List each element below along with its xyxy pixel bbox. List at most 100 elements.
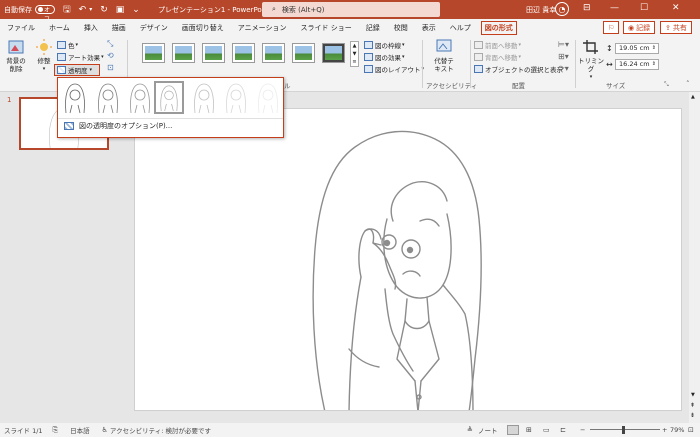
transparency-preset-95[interactable] xyxy=(253,81,283,114)
slide-sorter-icon[interactable]: ⊞ xyxy=(526,426,532,434)
notes-icon[interactable]: ≜ xyxy=(467,426,473,434)
color-button[interactable]: 色 ▾ xyxy=(57,40,78,50)
comments-icon[interactable]: ⚐ xyxy=(603,21,620,34)
document-title: プレゼンテーション1 - PowerPoint xyxy=(158,5,271,14)
picture-style-7[interactable] xyxy=(322,43,345,63)
tab-help[interactable]: ヘルプ xyxy=(443,23,478,33)
reset-picture-icon[interactable]: ⊡ xyxy=(107,63,114,72)
tab-file[interactable]: ファイル xyxy=(0,23,42,33)
picture-effects-button[interactable]: 図の効果 ▾ xyxy=(364,52,405,62)
picture-style-5[interactable] xyxy=(262,43,285,63)
user-name[interactable]: 田辺 貴幸 xyxy=(526,5,556,15)
maximize-icon[interactable]: ☐ xyxy=(640,3,648,13)
normal-view-icon[interactable] xyxy=(507,425,519,435)
present-icon[interactable]: ▣ xyxy=(116,5,125,15)
zoom-out-icon[interactable]: − xyxy=(580,426,585,434)
art-effects-button[interactable]: アート効果 ▾ xyxy=(57,52,104,62)
transparency-preset-30[interactable] xyxy=(125,81,155,114)
width-input[interactable]: 16.24 cm ⇕ xyxy=(615,59,659,70)
autosave-label: 自動保存 xyxy=(4,5,32,14)
width-spinner-icon[interactable]: ⇕ xyxy=(652,60,656,69)
size-dialog-launcher-icon[interactable]: ⤡ xyxy=(664,81,669,89)
spelling-icon[interactable]: ⎘ xyxy=(53,426,59,435)
vertical-scrollbar[interactable]: ▲ ▼ ⇞ ⇟ xyxy=(689,92,700,423)
height-spinner-icon[interactable]: ⇕ xyxy=(652,44,656,53)
group-icon[interactable]: ⊞▾ xyxy=(558,52,569,61)
language-indicator[interactable]: 日本語 xyxy=(70,425,90,435)
styles-gallery-scroll[interactable]: ▲ ▼ ≡ xyxy=(350,41,359,67)
tab-record[interactable]: 記録 xyxy=(359,23,387,33)
tab-design[interactable]: デザイン xyxy=(133,23,175,33)
search-input[interactable]: ⌕ 検索 (Alt+Q) xyxy=(262,2,440,17)
avatar[interactable]: ◔ xyxy=(555,2,569,16)
crop-button[interactable]: トリミング ▾ xyxy=(578,39,604,81)
tab-draw[interactable]: 描画 xyxy=(105,23,133,33)
transparency-icon xyxy=(57,66,66,74)
close-icon[interactable]: ✕ xyxy=(672,3,680,13)
redo-icon[interactable]: ↻ xyxy=(100,5,108,15)
picture-style-3[interactable] xyxy=(202,43,225,63)
tab-animations[interactable]: アニメーション xyxy=(231,23,294,33)
undo-icon[interactable]: ↶ xyxy=(79,5,87,15)
record-button[interactable]: ◉ 記録 xyxy=(623,21,656,34)
save-icon[interactable]: 🖫 xyxy=(63,2,71,18)
transparency-preset-0[interactable] xyxy=(60,81,90,114)
send-backward-button[interactable]: 背面へ移動 ▾ xyxy=(474,52,521,62)
transparency-button[interactable]: 透明度 ▾ xyxy=(54,64,100,76)
tab-review[interactable]: 校閲 xyxy=(387,23,415,33)
slide-1[interactable] xyxy=(134,108,682,411)
reading-view-icon[interactable]: ▭ xyxy=(543,426,550,434)
notes-button[interactable]: ノート xyxy=(478,425,498,435)
zoom-slider[interactable] xyxy=(590,429,660,430)
bring-forward-button[interactable]: 前面へ移動 ▾ xyxy=(474,40,521,50)
fit-to-window-icon[interactable]: ⊡ xyxy=(688,426,694,434)
art-effects-dropdown-icon: ▾ xyxy=(101,54,104,60)
picture-style-2[interactable] xyxy=(172,43,195,63)
tab-home[interactable]: ホーム xyxy=(42,23,77,33)
undo-dropdown-icon[interactable]: ▾ xyxy=(89,6,92,13)
selection-pane-button[interactable]: オブジェクトの選択と表示 xyxy=(474,64,563,74)
transparency-options-item[interactable]: 図の透明度のオプション(P)... xyxy=(64,121,172,131)
scroll-down-icon[interactable]: ▼ xyxy=(691,392,695,398)
tab-picture-format[interactable]: 図の形式 xyxy=(480,20,517,35)
autosave-toggle[interactable]: オフ xyxy=(35,5,55,23)
accessibility-icon[interactable]: ♿ xyxy=(102,426,108,434)
previous-slide-icon[interactable]: ⇞ xyxy=(690,402,695,409)
tab-insert[interactable]: 挿入 xyxy=(77,23,105,33)
next-slide-icon[interactable]: ⇟ xyxy=(690,412,695,419)
picture-layout-button[interactable]: 図のレイアウト▾ xyxy=(364,64,424,74)
customize-qat-icon[interactable]: ⌄ xyxy=(132,5,140,15)
transparency-preset-50[interactable] xyxy=(154,81,184,114)
zoom-slider-thumb[interactable] xyxy=(622,426,625,434)
picture-style-4[interactable] xyxy=(232,43,255,63)
tab-transitions[interactable]: 画面切り替え xyxy=(175,23,231,33)
height-input[interactable]: 19.05 cm ⇕ xyxy=(615,43,659,54)
picture-style-1[interactable] xyxy=(142,43,165,63)
slideshow-icon[interactable]: ⊏ xyxy=(560,426,566,434)
share-button[interactable]: ⇪ 共有 xyxy=(660,21,692,34)
transparency-preset-80[interactable] xyxy=(221,81,251,114)
woman-illustration-picture[interactable] xyxy=(135,109,682,411)
compress-pictures-icon[interactable]: ⤡ xyxy=(107,39,113,49)
zoom-in-icon[interactable]: + xyxy=(662,426,667,434)
picture-layout-icon xyxy=(364,65,373,73)
picture-style-6[interactable] xyxy=(292,43,315,63)
transparency-preset-15[interactable] xyxy=(93,81,123,114)
remove-background-button[interactable]: 背景の 削除 xyxy=(4,39,28,73)
scroll-up-icon[interactable]: ▲ xyxy=(691,94,695,100)
transparency-preset-65[interactable] xyxy=(189,81,219,114)
tab-view[interactable]: 表示 xyxy=(415,23,443,33)
alt-text-button[interactable]: 代替テ キスト xyxy=(430,39,458,73)
corrections-button[interactable]: 修整 ▾ xyxy=(34,39,54,73)
ribbon-display-icon[interactable]: ⊟ xyxy=(583,3,591,13)
transparency-dropdown: 図の透明度のオプション(P)... xyxy=(57,77,284,138)
align-icon[interactable]: ⊨▾ xyxy=(558,40,569,49)
collapse-ribbon-icon[interactable]: ˄ xyxy=(686,80,690,88)
tab-slideshow[interactable]: スライド ショー xyxy=(294,23,359,33)
rotate-icon[interactable]: ⟳▾ xyxy=(558,64,569,73)
zoom-level[interactable]: 79% xyxy=(670,426,684,434)
picture-border-button[interactable]: 図の枠線 ▾ xyxy=(364,40,405,50)
change-picture-icon[interactable]: ⟲ xyxy=(107,51,114,60)
minimize-icon[interactable]: — xyxy=(610,3,619,13)
accessibility-status[interactable]: アクセシビリティ: 検討が必要です xyxy=(110,425,211,435)
